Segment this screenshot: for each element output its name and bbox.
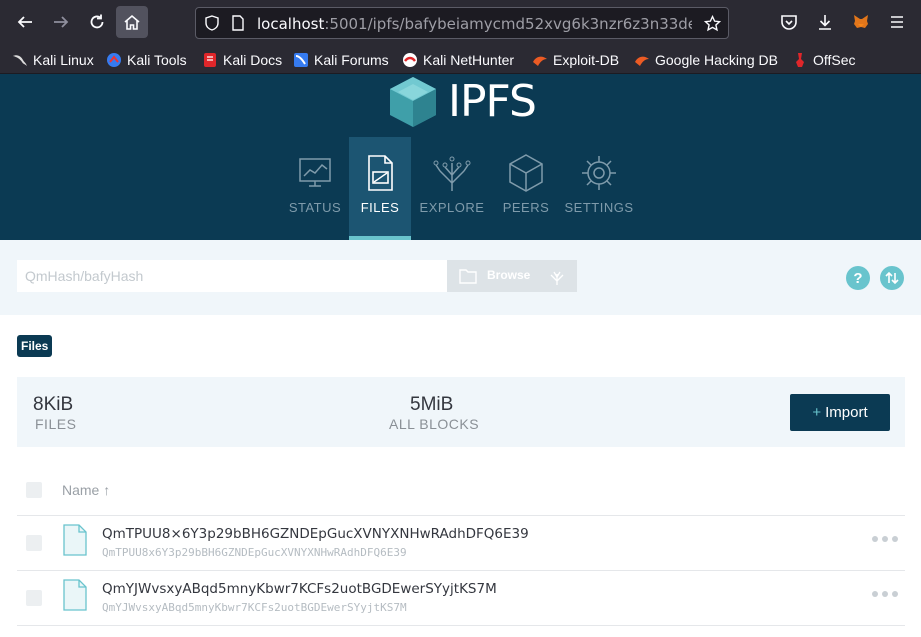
file-icon [63,524,87,556]
bookmark-kali-docs[interactable]: Kali Docs [202,50,282,70]
blocks-size-label: ALL BLOCKS [389,416,480,432]
help-button[interactable]: ? [846,266,870,290]
bookmark-star-icon[interactable] [704,15,721,32]
downloads-button[interactable] [809,6,841,38]
forward-arrow-icon [54,16,69,28]
import-button[interactable]: + Import [790,394,890,431]
more-options-button[interactable] [872,589,898,599]
back-button[interactable] [9,6,41,38]
app-header: IPFS STATUS FILES EXPLORE PEERS SETTINGS [0,74,921,240]
metamask-fox-icon [854,15,868,28]
question-mark-icon: ? [853,269,863,287]
home-icon [124,14,140,30]
folder-icon [459,269,477,284]
kali-dragon-icon [13,55,27,66]
nethunter-icon [403,53,417,67]
file-name[interactable]: QmYJWvsxyABqd5mnyKbwr7KCFs2uotBGDEwerSYy… [102,581,497,597]
offsec-icon [796,53,804,67]
url-text: localhost:5001/ipfs/bafybeiamycmd52xvg6k… [257,15,692,33]
peers-cube-icon [509,154,543,192]
ipfs-cube-logo-icon [390,77,436,127]
nav-settings[interactable]: SETTINGS [564,137,633,240]
nav-explore[interactable]: EXPLORE [420,137,484,240]
nav-status[interactable]: STATUS [284,137,346,240]
browser-toolbar: localhost:5001/ipfs/bafybeiamycmd52xvg6k… [0,0,921,46]
breadcrumb[interactable]: Files [17,335,53,357]
bookmark-kali-forums[interactable]: Kali Forums [293,50,389,70]
bookmarks-bar: Kali Linux Kali Tools Kali Docs Kali For… [0,46,921,74]
row-checkbox[interactable] [26,590,42,606]
bookmark-exploit-db[interactable]: Exploit-DB [532,50,619,70]
file-name[interactable]: QmTPUU8×6Y3p29bBH6GZNDEpGucXVNYXNHwRAdhD… [102,526,529,542]
menu-button[interactable] [881,6,913,38]
explore-tree-icon [433,156,471,191]
bookmark-kali-nethunter[interactable]: Kali NetHunter [402,50,514,70]
stats-bar: 8KiB FILES 5MiB ALL BLOCKS + Import [17,377,905,447]
ghdb-icon [635,56,649,66]
nav-peers[interactable]: PEERS [495,137,557,240]
file-table-header: Name ↑ [17,464,905,516]
ipld-tree-icon [550,271,564,285]
file-icon [63,579,87,611]
hash-search-input[interactable] [17,260,447,292]
url-bar[interactable]: localhost:5001/ipfs/bafybeiamycmd52xvg6k… [195,7,729,39]
search-bar-area: Browse ? [0,240,921,315]
bookmark-kali-tools[interactable]: Kali Tools [106,50,187,70]
metamask-button[interactable] [845,6,877,38]
home-button[interactable] [116,6,148,38]
status-monitor-icon [299,158,331,187]
bookmark-kali-linux[interactable]: Kali Linux [12,50,94,70]
bookmark-google-hacking-db[interactable]: Google Hacking DB [634,50,778,70]
kali-forums-icon [294,53,308,67]
sync-arrows-icon [885,271,899,285]
download-icon [819,15,831,30]
files-size-value: 8KiB [33,394,74,415]
reload-button[interactable] [81,6,113,38]
exploit-db-icon [533,56,547,66]
settings-gear-icon [582,156,616,190]
file-cid: QmYJWvsxyABqd5mnyKbwr7KCFs2uotBGDEwerSYy… [102,601,407,614]
pocket-icon [781,15,797,30]
file-row[interactable]: QmYJWvsxyABqd5mnyKbwr7KCFs2uotBGDEwerSYy… [17,571,905,626]
kali-docs-icon [204,53,216,67]
shield-icon [205,15,219,31]
blocks-size-value: 5MiB [410,394,454,415]
nav-files[interactable]: FILES [349,137,411,240]
browse-button[interactable]: Browse [447,260,577,292]
forward-button[interactable] [45,6,77,38]
back-arrow-icon [17,16,32,28]
file-cid: QmTPUU8x6Y3p29bBH6GZNDEpGucXVNYXNHwRAdhD… [102,546,407,559]
files-icon [368,155,393,191]
hamburger-icon [891,16,903,28]
reload-icon [90,14,104,29]
pocket-button[interactable] [773,6,805,38]
files-size-label: FILES [35,416,77,432]
select-all-checkbox[interactable] [26,482,42,498]
sync-button[interactable] [880,266,904,290]
file-row[interactable]: QmTPUU8×6Y3p29bBH6GZNDEpGucXVNYXNHwRAdhD… [17,516,905,571]
app-brand: IPFS [448,76,537,127]
plus-icon: + [812,404,822,421]
row-checkbox[interactable] [26,535,42,551]
more-options-button[interactable] [872,534,898,544]
kali-tools-icon [107,53,121,67]
page-icon [232,15,244,31]
bookmark-offsec[interactable]: OffSec [792,50,856,70]
name-column-header[interactable]: Name ↑ [62,482,110,498]
